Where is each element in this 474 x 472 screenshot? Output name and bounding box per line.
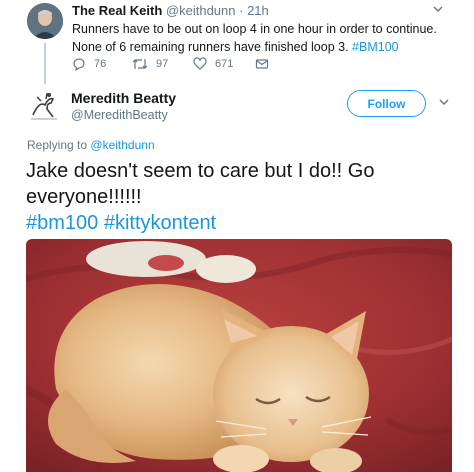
message-button[interactable]: [255, 56, 277, 72]
avatar[interactable]: [27, 3, 63, 39]
parent-tweet[interactable]: The Real Keith @keithdunn · 21h Runners …: [0, 0, 474, 84]
runner-logo-icon: [31, 92, 57, 120]
replying-label: Replying to: [27, 138, 88, 152]
reply-count: 76: [94, 58, 107, 70]
tweet-text: Runners have to be out on loop 4 in one …: [72, 20, 452, 56]
follow-button[interactable]: Follow: [347, 90, 426, 117]
envelope-icon: [255, 59, 269, 69]
like-button[interactable]: 671: [193, 56, 233, 72]
reply-button[interactable]: 76: [72, 56, 106, 72]
tweet-photo[interactable]: [26, 239, 452, 472]
timestamp[interactable]: · 21h: [239, 3, 269, 18]
replying-handle-link[interactable]: @keithdunn: [90, 138, 154, 152]
avatar-photo: [27, 3, 63, 39]
hashtag-link[interactable]: #BM100: [352, 40, 399, 54]
display-name[interactable]: The Real Keith: [72, 3, 162, 18]
handle[interactable]: @MeredithBeatty: [71, 108, 168, 122]
chevron-down-icon[interactable]: [438, 96, 450, 108]
hashtag-links[interactable]: #bm100 #kittykontent: [26, 210, 456, 236]
chevron-down-icon[interactable]: [432, 3, 444, 15]
tweet-body: Jake doesn't seem to care but I do!! Go …: [26, 160, 375, 208]
tweet-header: The Real Keith @keithdunn · 21h: [72, 3, 269, 19]
retweet-button[interactable]: 97: [132, 56, 168, 72]
thread-connector: [44, 43, 46, 84]
heart-icon: [193, 57, 207, 70]
like-count: 671: [215, 58, 234, 70]
main-tweet-header: Meredith Beatty @MeredithBeatty Follow: [0, 86, 474, 132]
handle[interactable]: @keithdunn: [166, 3, 236, 18]
avatar[interactable]: [27, 89, 61, 123]
tweet-text: Jake doesn't seem to care but I do!! Go …: [26, 158, 456, 236]
retweet-count: 97: [156, 58, 169, 70]
replying-to: Replying to @keithdunn: [27, 138, 155, 152]
display-name[interactable]: Meredith Beatty: [71, 90, 176, 106]
reply-icon: [73, 58, 85, 71]
cat-photo-icon: [26, 239, 452, 472]
retweet-icon: [132, 59, 148, 69]
